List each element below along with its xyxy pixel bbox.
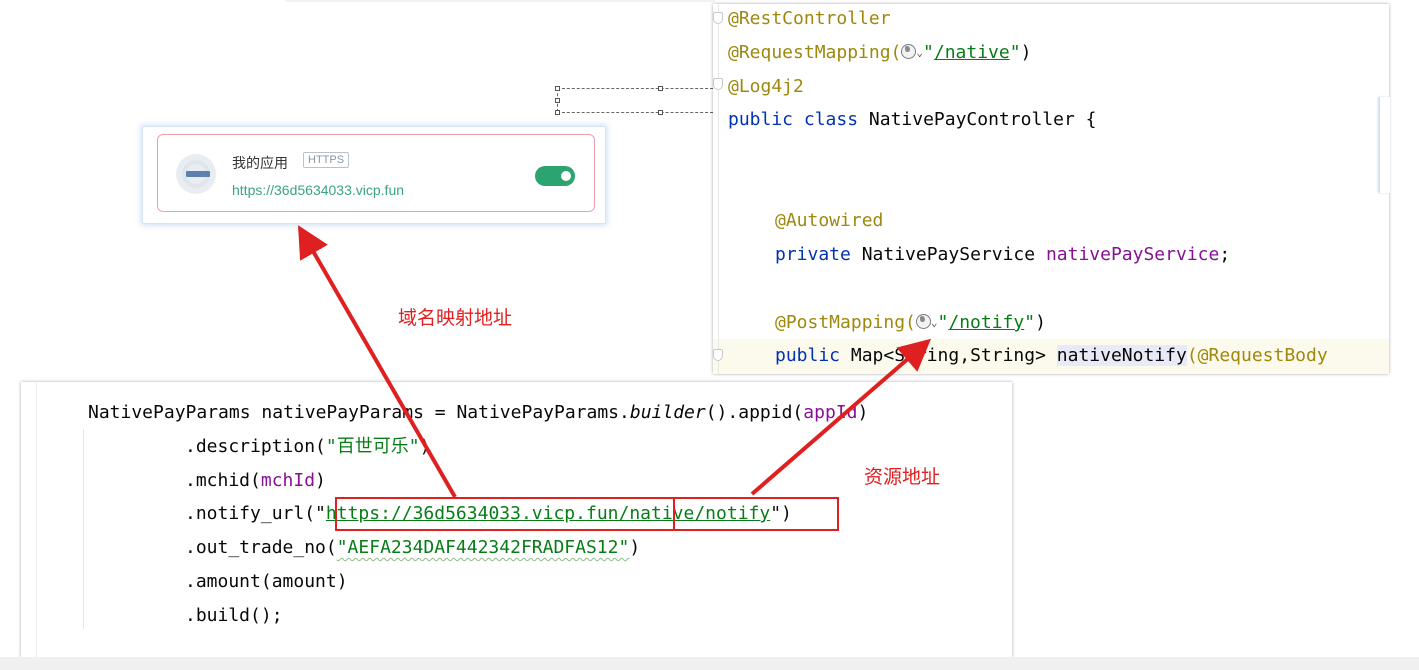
resource-highlight-box xyxy=(673,497,839,531)
code-line: .description("百世可乐") xyxy=(185,436,431,457)
app-name: 我的应用 xyxy=(232,155,288,171)
controller-code-editor[interactable]: @RestController @RequestMapping(⌄"/nativ… xyxy=(713,4,1389,374)
resize-handle[interactable] xyxy=(555,86,560,91)
selection-guide-bottom xyxy=(557,112,713,113)
indent-guide xyxy=(83,429,84,629)
code-line: public class NativePayController { xyxy=(728,109,1097,130)
code-line: public Map<String,String> nativeNotify(@… xyxy=(775,345,1328,366)
fold-marker[interactable] xyxy=(713,349,723,361)
domain-mapping-label: 域名映射地址 xyxy=(398,308,513,329)
editor-gutter xyxy=(36,382,37,657)
domain-highlight-box xyxy=(335,497,675,531)
resource-path-label: 资源地址 xyxy=(864,467,941,488)
app-enable-toggle[interactable] xyxy=(535,166,575,186)
globe-icon[interactable] xyxy=(915,314,931,329)
globe-icon[interactable] xyxy=(901,44,917,59)
code-line: .amount(amount) xyxy=(185,571,348,592)
resize-handle[interactable] xyxy=(658,110,663,115)
code-line: .out_trade_no("AEFA234DAF442342FRADFAS12… xyxy=(185,537,641,558)
top-divider xyxy=(285,0,715,2)
code-line: @Log4j2 xyxy=(728,76,804,97)
code-line: @RequestMapping(⌄"/native") xyxy=(728,42,1032,63)
code-line: @RestController xyxy=(728,8,891,29)
code-line: NativePayParams nativePayParams = Native… xyxy=(88,402,869,423)
chevron-down-icon[interactable]: ⌄ xyxy=(931,316,938,329)
https-badge: HTTPS xyxy=(303,152,350,168)
fold-marker[interactable] xyxy=(713,12,723,24)
code-line: .mchid(mchId) xyxy=(185,470,326,491)
app-url-link[interactable]: https://36d5634033.vicp.fun xyxy=(232,182,404,198)
popup-edge xyxy=(1379,97,1390,193)
fold-marker[interactable] xyxy=(713,78,723,90)
resize-handle[interactable] xyxy=(555,110,560,115)
bottom-bar xyxy=(0,657,1419,670)
code-line: @Autowired xyxy=(775,210,884,231)
resize-handle[interactable] xyxy=(555,98,560,103)
selection-guide-top xyxy=(557,88,713,89)
code-line: private NativePayService nativePayServic… xyxy=(775,244,1231,265)
editor-gutter xyxy=(718,4,719,374)
code-line: @PostMapping(⌄"/notify") xyxy=(775,312,1046,333)
app-icon xyxy=(176,154,216,194)
code-line: .build(); xyxy=(185,605,283,626)
app-card[interactable]: 我的应用 HTTPS https://36d5634033.vicp.fun xyxy=(157,134,595,212)
resize-handle[interactable] xyxy=(658,86,663,91)
